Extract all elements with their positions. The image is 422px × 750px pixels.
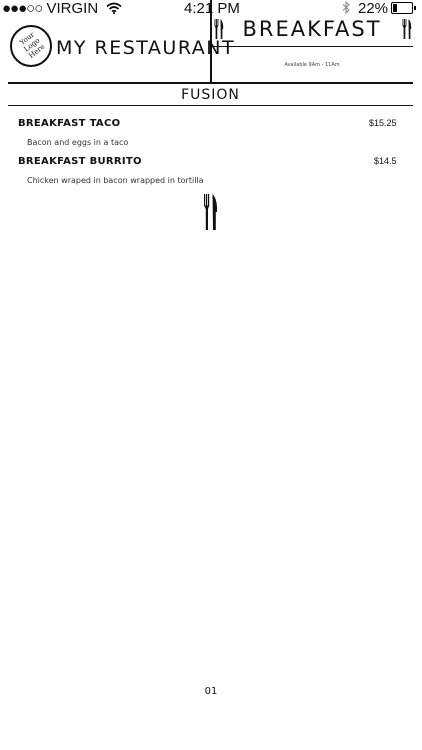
section-title: FUSION xyxy=(181,87,240,103)
wifi-icon xyxy=(106,2,122,14)
menu-item-name: BREAKFAST TACO xyxy=(18,118,121,129)
fork-knife-icon xyxy=(402,19,412,39)
status-left: ●●●○○ VIRGIN xyxy=(2,0,122,18)
menu-item-price: $15.25 xyxy=(369,118,397,128)
signal-strength: ●●●○○ xyxy=(2,0,43,17)
menu-title: BREAKFAST xyxy=(242,17,382,41)
logo-placeholder-text: Your Logo Here xyxy=(12,27,50,65)
section-divider-top xyxy=(8,82,413,84)
battery-icon xyxy=(391,2,417,14)
title-underline xyxy=(212,46,413,47)
availability-hours: Available 9Am - 11Am xyxy=(284,62,340,68)
menu-item-description: Chicken wraped in bacon wrapped in torti… xyxy=(27,176,204,185)
utensils-divider-icon xyxy=(204,194,218,230)
section-divider-bottom xyxy=(8,105,413,106)
page-number: 01 xyxy=(204,686,218,697)
carrier-name: VIRGIN xyxy=(46,0,99,17)
restaurant-name: MY RESTAURANT xyxy=(56,37,236,59)
bluetooth-icon xyxy=(342,1,350,14)
menu-item-description: Bacon and eggs in a taco xyxy=(27,138,129,147)
restaurant-logo: Your Logo Here xyxy=(10,25,52,67)
menu-item-name: BREAKFAST BURRITO xyxy=(18,156,142,167)
menu-item-price: $14.5 xyxy=(374,156,397,166)
